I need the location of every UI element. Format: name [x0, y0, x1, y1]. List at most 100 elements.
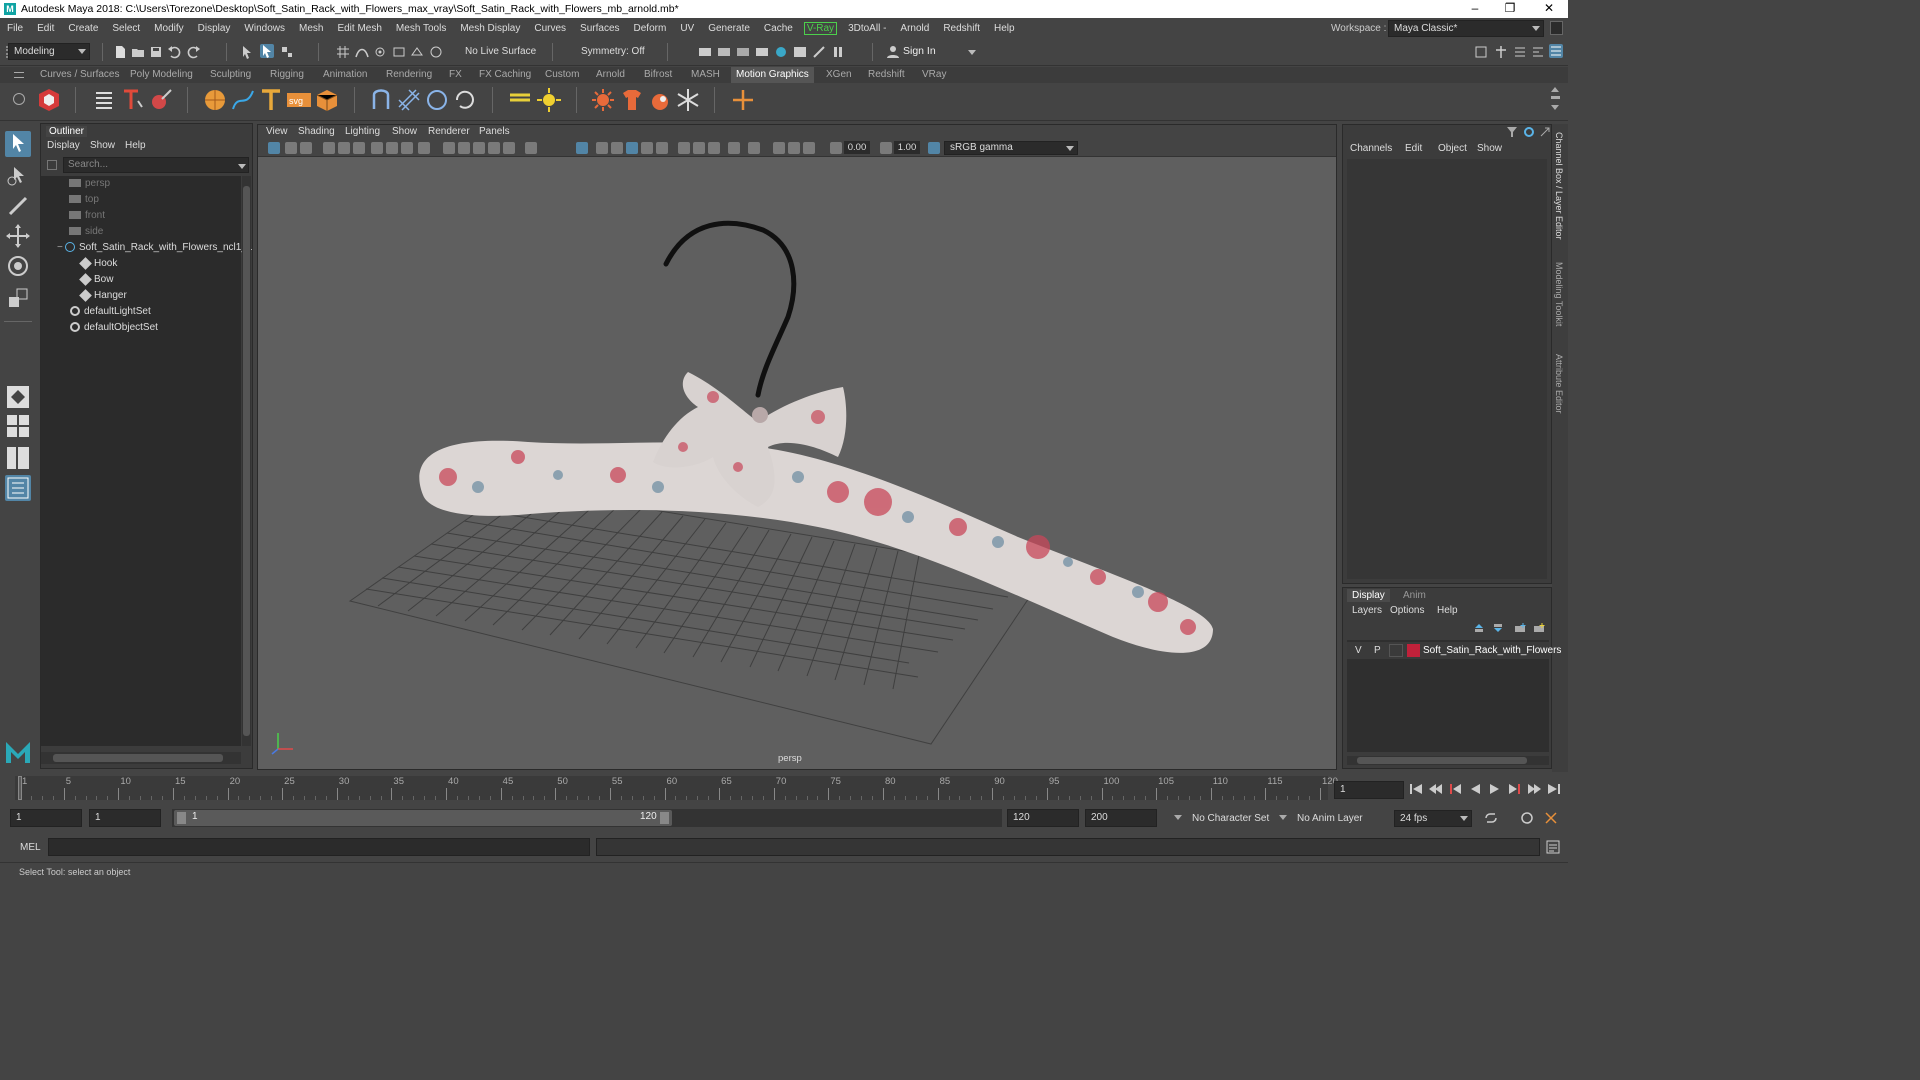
menu-edit-mesh[interactable]: Edit Mesh	[330, 23, 388, 34]
redo-icon[interactable]	[187, 45, 201, 59]
tab-sculpting[interactable]: Sculpting	[205, 67, 256, 83]
mode-dropdown[interactable]: Modeling	[8, 43, 90, 60]
select-by-object-icon[interactable]	[260, 44, 274, 58]
menu-curves[interactable]: Curves	[527, 23, 573, 34]
use-all-lights-icon[interactable]	[596, 142, 608, 154]
menu-select[interactable]: Select	[105, 23, 147, 34]
snap-to-point-icon[interactable]	[373, 45, 387, 59]
range-slider-track[interactable]: 1 120	[172, 809, 1002, 827]
gate-mask-icon[interactable]	[418, 142, 430, 154]
two-d-pan-zoom-icon[interactable]	[338, 142, 350, 154]
move-layer-up-icon[interactable]	[1473, 622, 1485, 634]
tab-curves-surfaces[interactable]: Curves / Surfaces	[35, 67, 124, 83]
layer-playback-toggle[interactable]: P	[1374, 645, 1381, 656]
go-to-start-icon[interactable]	[1409, 783, 1423, 795]
outliner-layout-icon[interactable]	[5, 475, 31, 501]
outliner-vertical-scrollbar[interactable]	[242, 176, 251, 746]
transform-icon[interactable]	[730, 87, 756, 113]
move-tool-icon[interactable]	[5, 223, 31, 249]
character-set-dropdown[interactable]: No Character Set	[1192, 813, 1269, 824]
tab-arnold[interactable]: Arnold	[591, 67, 630, 83]
layer-visibility-toggle[interactable]: V	[1355, 645, 1362, 656]
cloth-icon[interactable]	[619, 87, 645, 113]
tree-item-top[interactable]: top	[69, 192, 99, 208]
wireframe-cube-icon[interactable]	[525, 142, 537, 154]
step-forward-frame-icon[interactable]	[1508, 783, 1522, 795]
command-language-label[interactable]: MEL	[20, 842, 41, 853]
sphere-mesh-icon[interactable]	[202, 87, 228, 113]
menu-surfaces[interactable]: Surfaces	[573, 23, 626, 34]
attribute-editor-icon[interactable]	[1513, 45, 1527, 59]
render-view-icon[interactable]	[698, 45, 712, 59]
lock-icon[interactable]	[1550, 21, 1563, 35]
xray-joints-icon[interactable]	[728, 142, 740, 154]
default-material-icon[interactable]	[488, 142, 500, 154]
textured-icon[interactable]	[503, 142, 515, 154]
twist-icon[interactable]	[452, 87, 478, 113]
curve-network-icon[interactable]	[230, 87, 256, 113]
animation-end-field[interactable]: 200	[1085, 809, 1157, 827]
shaded-cube-icon[interactable]	[576, 142, 588, 154]
tab-bifrost[interactable]: Bifrost	[639, 67, 677, 83]
menu-display[interactable]: Display	[191, 23, 238, 34]
motion-blur-icon[interactable]	[641, 142, 653, 154]
viewport-menu-renderer[interactable]: Renderer	[428, 126, 470, 137]
anim-layer-dropdown[interactable]: No Anim Layer	[1297, 813, 1363, 824]
viewport-panel[interactable]: View Shading Lighting Show Renderer Pane…	[257, 124, 1337, 770]
viewport-menu-show[interactable]: Show	[392, 126, 417, 137]
scale-tool-icon[interactable]	[5, 285, 31, 311]
viewport-menu-shading[interactable]: Shading	[298, 126, 335, 137]
viewport-menu-panels[interactable]: Panels	[479, 126, 510, 137]
current-frame-field[interactable]: 1	[1334, 781, 1404, 799]
film-gate-icon[interactable]	[386, 142, 398, 154]
menu-create[interactable]: Create	[61, 23, 105, 34]
svg-tool-icon[interactable]: svg	[286, 87, 312, 113]
tree-item-hook[interactable]: Hook	[79, 256, 117, 272]
tool-settings-icon[interactable]	[1531, 45, 1545, 59]
menu-help[interactable]: Help	[987, 23, 1022, 34]
bookmarks-icon[interactable]	[300, 142, 312, 154]
time-slider-track[interactable]: 1 5 10 15 20 25 30 35 40 45 50 55 60 65 70 75 80 85 90 95 10…	[15, 776, 1338, 800]
script-editor-icon[interactable]	[1546, 840, 1560, 854]
shelf-scroll-down-icon[interactable]	[1551, 105, 1559, 110]
channel-box-menu-show[interactable]: Show	[1477, 143, 1502, 154]
directional-light-icon[interactable]	[507, 87, 533, 113]
deformer-icon[interactable]	[368, 87, 394, 113]
create-layer-from-selected-icon[interactable]	[1533, 622, 1545, 634]
tree-item-bow[interactable]: Bow	[79, 272, 113, 288]
snap-to-view-plane-icon[interactable]	[392, 45, 406, 59]
paint-select-tool-icon[interactable]	[5, 193, 31, 219]
wireframe-on-shaded-icon[interactable]	[473, 142, 485, 154]
outliner-search-input[interactable]: Search...	[63, 157, 249, 173]
menu-mesh[interactable]: Mesh	[292, 23, 330, 34]
four-view-icon[interactable]	[5, 413, 31, 439]
shelf-scroll-up-icon[interactable]	[1551, 87, 1559, 92]
paint-mash-icon[interactable]	[148, 87, 174, 113]
tab-animation[interactable]: Animation	[318, 67, 372, 83]
render-settings-icon[interactable]	[755, 45, 769, 59]
layer-row[interactable]: V P Soft_Satin_Rack_with_Flowers	[1347, 642, 1561, 659]
tree-item-soft-satin-rack-group[interactable]: − Soft_Satin_Rack_with_Flowers_ncl1_1	[57, 240, 252, 256]
shelf-settings-icon[interactable]	[13, 93, 25, 105]
loop-icon[interactable]	[1484, 812, 1498, 824]
tree-item-default-object-set[interactable]: defaultObjectSet	[70, 320, 158, 336]
tab-fx-caching[interactable]: FX Caching	[474, 67, 536, 83]
menu-deform[interactable]: Deform	[627, 23, 674, 34]
lasso-tool-icon[interactable]	[5, 163, 31, 189]
tab-poly-modeling[interactable]: Poly Modeling	[125, 67, 198, 83]
tab-custom[interactable]: Custom	[540, 67, 584, 83]
play-forwards-icon[interactable]	[1488, 783, 1502, 795]
channel-options-icon[interactable]	[1523, 126, 1535, 138]
undo-icon[interactable]	[167, 45, 181, 59]
viewport-menu-view[interactable]: View	[266, 126, 288, 137]
menu-redshift[interactable]: Redshift	[936, 23, 987, 34]
tab-anim-layers[interactable]: Anim	[1403, 590, 1426, 601]
shadows-icon[interactable]	[611, 142, 623, 154]
menu-cache[interactable]: Cache	[757, 23, 800, 34]
playback-start-field[interactable]: 1	[89, 809, 161, 827]
animation-preferences-icon[interactable]	[1544, 811, 1558, 825]
select-camera-icon[interactable]	[268, 142, 280, 154]
tab-attribute-editor[interactable]: Attribute Editor	[1554, 354, 1564, 414]
image-plane-icon[interactable]	[323, 142, 335, 154]
layer-menu-help[interactable]: Help	[1437, 605, 1458, 616]
